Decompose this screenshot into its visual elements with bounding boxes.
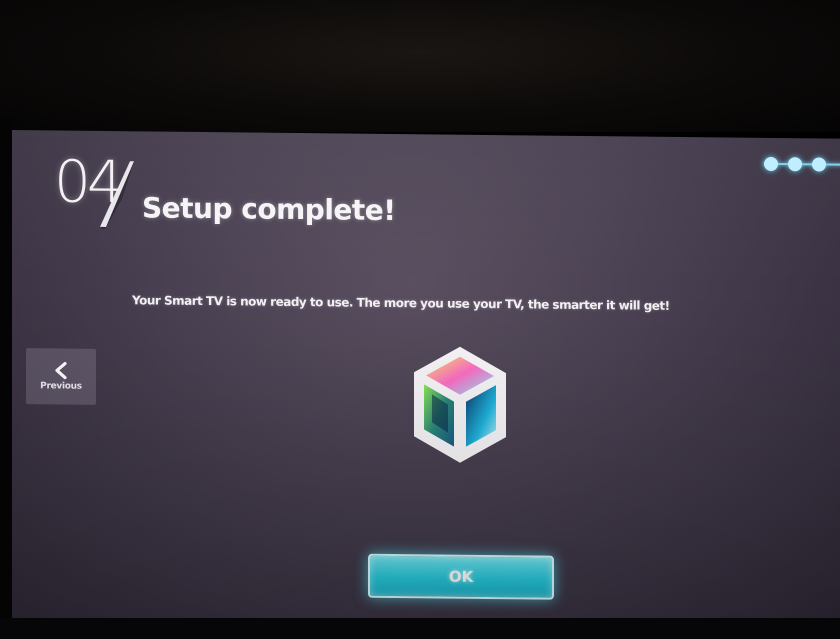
tv-bezel <box>0 120 12 639</box>
ok-button-label: OK <box>448 567 474 586</box>
page-title: Setup complete! <box>142 191 396 228</box>
previous-button[interactable]: Previous <box>26 348 96 405</box>
ok-button[interactable]: OK <box>368 553 554 600</box>
progress-dot <box>812 157 826 172</box>
tv-bezel-bottom <box>0 618 840 639</box>
chevron-left-icon <box>55 361 67 380</box>
previous-label: Previous <box>40 381 82 392</box>
progress-indicator <box>764 154 840 175</box>
progress-dot <box>764 156 778 172</box>
tv-screen: 04 Setup complete! Your Smart TV is now … <box>12 130 840 631</box>
smart-hub-cube-icon <box>414 346 506 463</box>
step-slash-decoration <box>100 161 134 230</box>
setup-message: Your Smart TV is now ready to use. The m… <box>132 293 670 313</box>
room-background <box>0 0 840 132</box>
progress-dot <box>788 157 802 172</box>
